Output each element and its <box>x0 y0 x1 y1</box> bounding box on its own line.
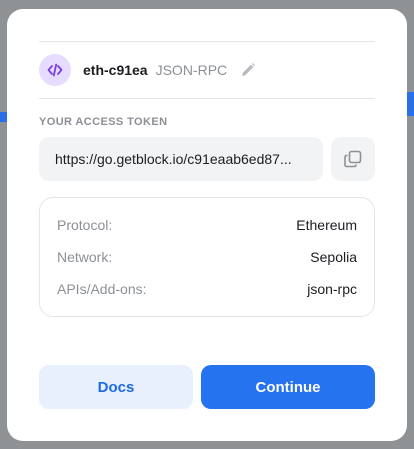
continue-button[interactable]: Continue <box>201 365 375 409</box>
code-icon <box>39 54 71 86</box>
access-token-label: YOUR ACCESS TOKEN <box>39 116 168 128</box>
detail-row-network: Network: Sepolia <box>57 247 357 267</box>
detail-label: APIs/Add-ons: <box>57 281 147 297</box>
access-token-field[interactable]: https://go.getblock.io/c91eaab6ed87... <box>39 137 323 181</box>
detail-label: Protocol: <box>57 217 113 233</box>
detail-row-protocol: Protocol: Ethereum <box>57 215 357 235</box>
detail-value: Sepolia <box>310 249 357 265</box>
pencil-icon[interactable] <box>239 61 257 79</box>
divider <box>39 98 375 99</box>
endpoint-details-card: Protocol: Ethereum Network: Sepolia APIs… <box>39 197 375 317</box>
detail-value: json-rpc <box>307 281 357 297</box>
docs-button[interactable]: Docs <box>39 365 193 409</box>
copy-button[interactable] <box>331 137 375 181</box>
detail-label: Network: <box>57 249 113 265</box>
detail-row-apis: APIs/Add-ons: json-rpc <box>57 279 357 299</box>
copy-icon <box>344 150 362 168</box>
access-token-value: https://go.getblock.io/c91eaab6ed87... <box>55 151 292 167</box>
endpoint-header: eth-c91ea JSON-RPC <box>39 54 257 86</box>
endpoint-name: eth-c91ea <box>83 62 148 78</box>
endpoint-type: JSON-RPC <box>155 62 228 78</box>
detail-value: Ethereum <box>296 217 357 233</box>
endpoint-created-modal: eth-c91ea JSON-RPC YOUR ACCESS TOKEN htt… <box>7 9 407 441</box>
divider <box>39 41 375 42</box>
